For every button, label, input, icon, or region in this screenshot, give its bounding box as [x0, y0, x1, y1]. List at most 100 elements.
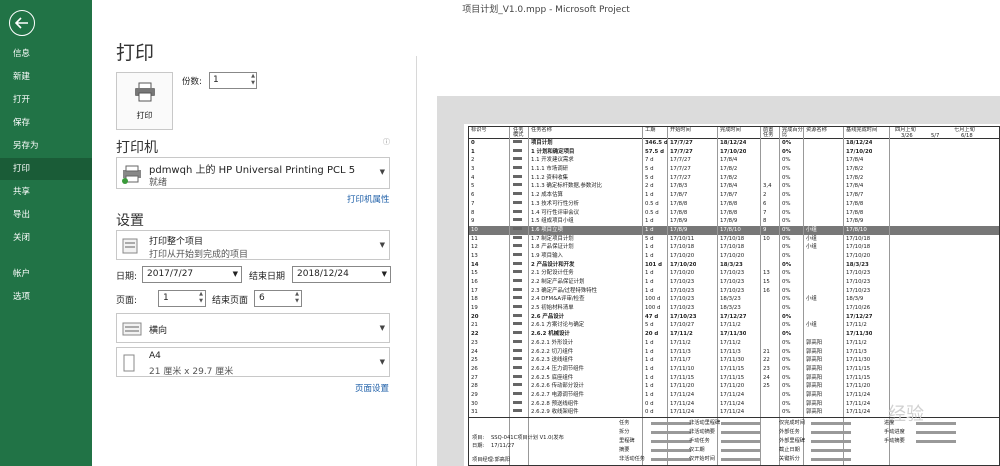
header-duration: 工期: [645, 127, 656, 133]
table-cell: 17/12/27: [846, 313, 873, 320]
table-cell: 17/10/23: [720, 270, 745, 277]
table-row: 9 1.5 组成项目小组 1 d 17/8/9 17/8/9 8 0% 17/8/9: [469, 217, 999, 226]
end-page-stepper[interactable]: 6 ▲ ▼: [254, 290, 302, 307]
start-date-field[interactable]: 2017/7/27 ▼: [142, 266, 242, 283]
table-cell: 21: [763, 348, 770, 355]
printer-status: 就绪: [149, 178, 168, 188]
backstage-nav: 信息 新建 打开 保存 另存为 打印 共享 导出 关闭 帐户 选项: [0, 0, 92, 466]
table-cell: 17/8/4: [720, 157, 738, 164]
table-cell: 9: [763, 226, 767, 233]
table-cell: 26: [471, 365, 478, 372]
table-cell: 小组: [806, 322, 817, 329]
table-cell: 0%: [782, 348, 791, 355]
start-page-stepper[interactable]: 1 ▲ ▼: [158, 290, 206, 307]
table-cell: 17/11/15: [846, 374, 871, 381]
printer-device-icon: [121, 164, 143, 187]
nav-open[interactable]: 打开: [0, 89, 92, 111]
page-setup-link[interactable]: 页面设置: [355, 382, 389, 394]
table-cell: 17/11/30: [846, 331, 873, 338]
info-icon[interactable]: ⓘ: [383, 137, 390, 147]
table-cell: 17/11/30: [846, 357, 871, 364]
table-cell: 17/10/23: [720, 279, 745, 285]
table-cell: 2.6.2.3 送线组件: [531, 357, 574, 364]
table-cell: 17/11/10: [670, 365, 695, 372]
table-row: 13 1.9 项目输入 1 d 17/10/20 17/10/20 0% 17/10/20: [469, 252, 999, 261]
print-button[interactable]: 打印: [116, 72, 173, 130]
legend-swatch: [721, 458, 761, 461]
table-row: 2 1.1 开发建议需求 7 d 17/7/27 17/8/4 0% 17/8/4: [469, 156, 999, 165]
table-cell: 0%: [782, 365, 791, 372]
table-cell: 17/8/9: [846, 218, 864, 225]
table-cell: 17/11/20: [720, 383, 745, 390]
table-row: 22 2.6.2 机械设计 20 d 17/11/2 17/11/30 0% 17/11/3…: [469, 330, 999, 339]
nav-save-as[interactable]: 另存为: [0, 135, 92, 157]
table-cell: 0%: [782, 183, 791, 190]
table-cell: 18: [471, 296, 478, 303]
table-cell: 17/8/7: [720, 192, 738, 199]
table-row: 5 1.1.3 确定标杆数据,参数对比 2 d 17/8/3 17/8/4 3,4 0% 17…: [469, 182, 999, 191]
back-arrow-icon[interactable]: [9, 10, 35, 36]
orientation-dropdown[interactable]: 横向 ▼: [116, 313, 390, 343]
table-cell: 1 d: [645, 270, 654, 277]
table-row: 28 2.6.2.6 传动部分设计 1 d 17/11/20 17/11/20 25 0% 郭…: [469, 382, 999, 391]
table-cell: 57.5 d: [645, 148, 665, 155]
table-cell: 17/11/3: [670, 348, 691, 355]
table-cell: 17/11/15: [720, 374, 745, 381]
nav-export[interactable]: 导出: [0, 204, 92, 226]
watermark: 经验: [888, 404, 924, 425]
legend-item: 仅完成时间: [779, 420, 805, 426]
legend-swatch: [721, 422, 761, 425]
window-title: 项目计划_V1.0.mpp - Microsoft Project: [462, 4, 630, 15]
nav-close[interactable]: 关闭: [0, 227, 92, 249]
table-cell: 1 d: [645, 348, 654, 355]
copies-stepper[interactable]: 1 ▲ ▼: [209, 72, 257, 89]
stepper-arrows-icon[interactable]: ▲ ▼: [199, 291, 203, 305]
table-cell: 23: [763, 365, 770, 372]
printer-properties-link[interactable]: 打印机属性: [347, 193, 390, 205]
legend-item: 仅开始时间: [689, 456, 715, 462]
task-mode-icon: [513, 339, 522, 348]
table-cell: 17/8/9: [670, 218, 688, 225]
task-mode-icon: [513, 382, 522, 391]
printer-dropdown[interactable]: pdmwqh 上的 HP Universal Printing PCL 5 就绪…: [116, 157, 390, 189]
table-cell: 17/11/24: [720, 400, 745, 407]
table-cell: 17/8/8: [846, 200, 864, 207]
stepper-arrows-icon[interactable]: ▲ ▼: [295, 291, 299, 305]
nav-account[interactable]: 帐户: [0, 263, 92, 285]
nav-options[interactable]: 选项: [0, 286, 92, 308]
task-mode-icon: [513, 269, 522, 278]
task-mode-icon: [513, 321, 522, 330]
legend-swatch: [651, 431, 691, 434]
printer-icon: [134, 82, 156, 105]
stepper-arrows-icon[interactable]: ▲ ▼: [251, 73, 255, 87]
legend-item: 非活动摘要: [689, 429, 715, 435]
task-mode-icon: [513, 139, 522, 148]
end-date-field[interactable]: 2018/12/24 ▼: [292, 266, 391, 283]
nav-new[interactable]: 新建: [0, 66, 92, 88]
table-row: 15 2.1 分配设计任务 1 d 17/10/20 17/10/23 13 0% 17/10…: [469, 269, 999, 278]
nav-info[interactable]: 信息: [0, 43, 92, 65]
legend-swatch: [811, 422, 851, 425]
date-label: 日期:: [116, 272, 138, 282]
table-cell: 100 d: [645, 305, 661, 312]
table-cell: 0.5 d: [645, 200, 659, 207]
task-mode-icon: [513, 356, 522, 365]
header-mode: 任务模式: [513, 127, 524, 138]
nav-print[interactable]: 打印: [0, 158, 92, 180]
table-cell: 17/10/20: [670, 261, 697, 268]
table-cell: 0%: [782, 279, 791, 285]
table-cell: 17/11/20: [846, 383, 871, 390]
table-cell: 郭高阳: [806, 357, 823, 364]
scope-subtitle: 打印从开始到完成的项目: [149, 250, 249, 260]
table-cell: 2.5 初始材料清单: [531, 305, 574, 312]
legend-item: 手动进度: [884, 429, 905, 435]
paper-size-dropdown[interactable]: A4 21 厘米 x 29.7 厘米 ▼: [116, 347, 390, 377]
print-scope-dropdown[interactable]: 打印整个项目 打印从开始到完成的项目 ▼: [116, 230, 390, 260]
table-cell: 24: [471, 348, 478, 355]
table-cell: 6: [471, 192, 475, 199]
nav-save[interactable]: 保存: [0, 112, 92, 134]
table-cell: 1.9 项目输入: [531, 252, 563, 259]
nav-share[interactable]: 共享: [0, 181, 92, 203]
table-cell: 项目计划: [531, 140, 553, 146]
task-mode-icon: [513, 330, 522, 339]
